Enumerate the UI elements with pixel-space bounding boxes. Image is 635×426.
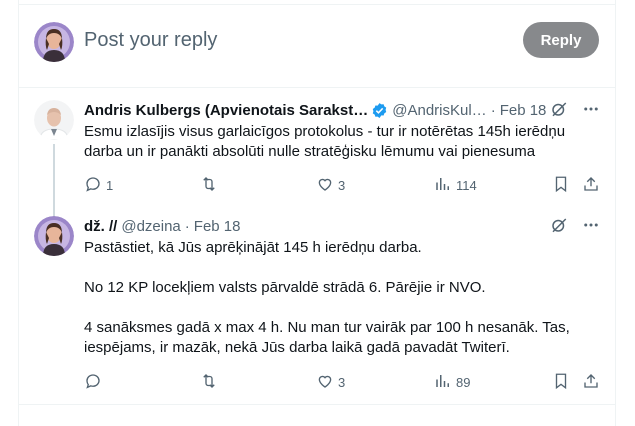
tweet-header: Andris Kulbergs (Apvienotais Sarakst… @A…: [84, 100, 600, 120]
avatar[interactable]: [34, 100, 74, 140]
bookmark-icon: [552, 175, 570, 196]
tweet-actions: 3 89: [84, 372, 600, 392]
views-count: 114: [456, 177, 477, 193]
share-button[interactable]: [582, 175, 600, 196]
repost-icon: [200, 372, 218, 393]
avatar[interactable]: [34, 22, 74, 62]
author-name[interactable]: dž. //: [84, 218, 117, 235]
views-button[interactable]: 89: [434, 372, 470, 393]
like-count: 3: [338, 177, 346, 193]
tweet-header: dž. // @dzeina · Feb 18: [84, 216, 600, 236]
bookmark-icon: [552, 372, 570, 393]
tweet-paragraph: No 12 KP locekļiem valsts pārvaldē strād…: [84, 279, 486, 296]
like-icon: [316, 372, 334, 393]
reply-icon: [84, 175, 102, 196]
repost-icon: [200, 175, 218, 196]
more-icon[interactable]: [582, 100, 600, 118]
reply-button[interactable]: 1: [84, 175, 113, 196]
views-count: 89: [456, 374, 471, 390]
author-handle[interactable]: @dzeina: [121, 218, 180, 235]
tweet-paragraph: Esmu izlasījis visus garlaicīgos protoko…: [84, 123, 566, 160]
grok-icon[interactable]: [550, 216, 568, 234]
verified-icon: [371, 102, 388, 119]
views-button[interactable]: 114: [434, 175, 477, 196]
share-button[interactable]: [582, 372, 600, 393]
views-icon: [434, 175, 452, 196]
separator: ·: [490, 101, 496, 119]
bookmark-button[interactable]: [552, 175, 570, 196]
author-name[interactable]: Andris Kulbergs (Apvienotais Sarakst…: [84, 102, 368, 119]
bookmark-button[interactable]: [552, 372, 570, 393]
share-icon: [582, 175, 600, 196]
like-button[interactable]: 3: [316, 372, 345, 393]
tweet-text: Pastāstiet, kā Jūs aprēķinājāt 145 h ier…: [84, 238, 600, 358]
views-icon: [434, 372, 452, 393]
like-icon: [316, 175, 334, 196]
grok-icon[interactable]: [550, 100, 568, 118]
more-icon[interactable]: [582, 216, 600, 234]
author-handle[interactable]: @AndrisKul…: [392, 102, 486, 119]
tweet[interactable]: dž. // @dzeina · Feb 18 Pastāstiet, kā J…: [18, 204, 616, 404]
repost-button[interactable]: [200, 372, 222, 393]
like-button[interactable]: 3: [316, 175, 345, 196]
tweet-paragraph: 4 sanāksmes gadā x max 4 h. Nu man tur v…: [84, 319, 570, 356]
tweet-actions: 1 3 114: [84, 175, 600, 195]
avatar[interactable]: [34, 216, 74, 256]
tweet-paragraph: Pastāstiet, kā Jūs aprēķinājāt 145 h ier…: [84, 239, 422, 256]
like-count: 3: [338, 374, 346, 390]
tweet[interactable]: Andris Kulbergs (Apvienotais Sarakst… @A…: [18, 88, 616, 256]
tweet-text: Esmu izlasījis visus garlaicīgos protoko…: [84, 122, 600, 162]
share-icon: [582, 372, 600, 393]
reply-button[interactable]: Reply: [523, 22, 599, 58]
reply-input[interactable]: Post your reply: [84, 29, 217, 52]
timestamp[interactable]: Feb 18: [194, 218, 241, 235]
divider: [18, 404, 616, 405]
repost-button[interactable]: [200, 175, 222, 196]
reply-composer: Post your reply Reply: [18, 5, 616, 87]
reply-count: 1: [106, 177, 114, 193]
separator: ·: [184, 217, 190, 235]
reply-icon: [84, 372, 102, 393]
reply-button[interactable]: [84, 372, 106, 393]
